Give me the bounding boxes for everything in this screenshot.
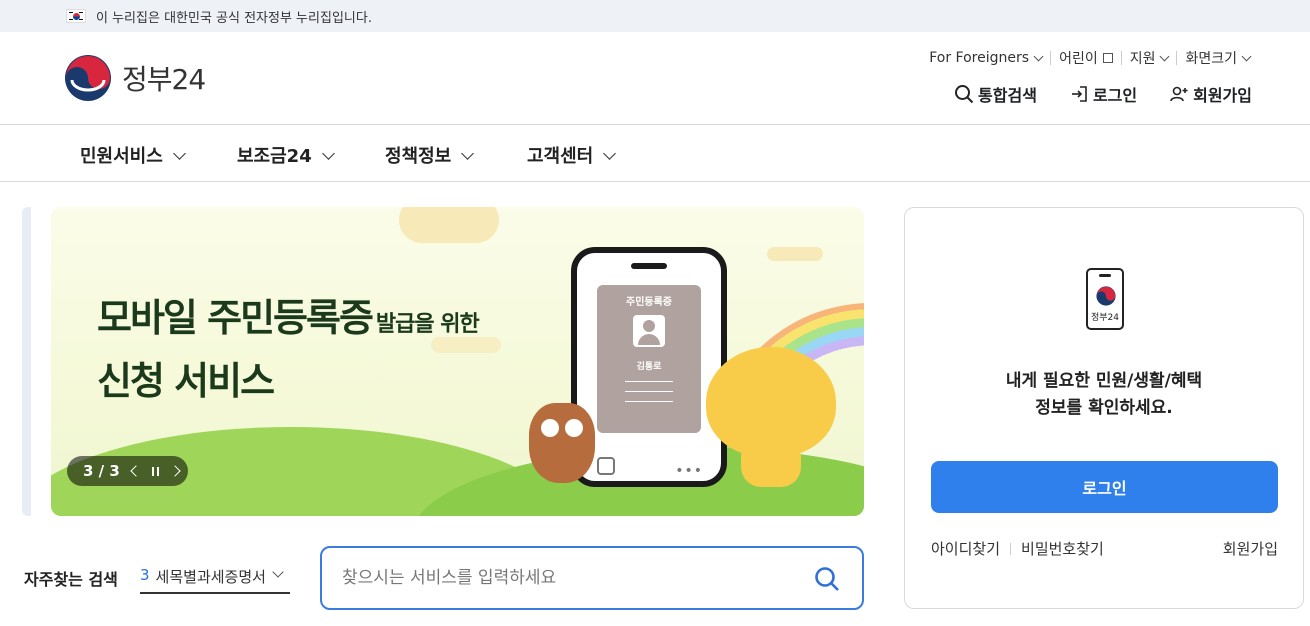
- chevron-down-icon: [1241, 51, 1252, 61]
- chevron-down-icon: [461, 146, 475, 160]
- search-icon: [955, 85, 974, 104]
- nav-label: 보조금24: [237, 146, 312, 167]
- service-search-input[interactable]: [342, 568, 802, 588]
- nav-label: 고객센터: [527, 146, 594, 167]
- previous-slide-peek[interactable]: [22, 207, 31, 516]
- cloud-decoration: [399, 207, 499, 243]
- home-button-icon: [597, 457, 615, 475]
- person-icon: [633, 315, 665, 347]
- nav-item-policy-info[interactable]: 정책정보: [385, 142, 475, 168]
- util-label: 화면크기: [1185, 51, 1237, 67]
- banner-headline: 모바일 주민등록증 발급을 위한 신청 서비스: [97, 287, 480, 405]
- gov-banner-strip: 이 누리집은 대한민국 공식 전자정부 누리집입니다.: [0, 0, 1310, 32]
- headline-small: 발급을 위한: [375, 312, 480, 337]
- device-text: 정부24: [1090, 313, 1119, 323]
- util-screen-size[interactable]: 화면크기: [1177, 48, 1258, 68]
- frequent-search-number: 3: [140, 566, 150, 584]
- util-support[interactable]: 지원: [1122, 48, 1177, 68]
- gov-emblem-icon: [64, 54, 112, 102]
- gov-emblem-icon: [1096, 286, 1116, 306]
- pause-icon[interactable]: [151, 466, 159, 476]
- add-user-icon: [1170, 86, 1188, 102]
- frequent-search-select[interactable]: 3 세목별과세증명서: [140, 566, 290, 594]
- header-login-button[interactable]: 로그인: [1069, 82, 1137, 106]
- login-button[interactable]: 로그인: [931, 461, 1278, 513]
- external-link-icon: [1102, 53, 1113, 63]
- search-icon[interactable]: [814, 566, 840, 592]
- chevron-down-icon: [172, 146, 186, 160]
- signup-link[interactable]: 회원가입: [1223, 538, 1278, 559]
- nav-item-civil-service[interactable]: 민원서비스: [80, 142, 186, 168]
- site-header: 정부24 For Foreigners 어린이 지원 화면크기 통합검색 로그인…: [0, 32, 1310, 125]
- id-card-illustration: 주민등록증 김통로: [597, 285, 701, 433]
- frequent-search-label: 자주찾는 검색: [24, 570, 118, 589]
- more-dots-icon: •••: [675, 463, 703, 479]
- search-label: 통합검색: [978, 86, 1037, 105]
- chevron-down-icon: [321, 146, 335, 160]
- slide-counter: 3 / 3: [83, 462, 120, 480]
- find-password-link[interactable]: 비밀번호찾기: [1021, 538, 1104, 559]
- site-logo[interactable]: 정부24: [64, 54, 206, 102]
- id-card-name: 김통로: [636, 362, 662, 372]
- chevron-down-icon: [1033, 51, 1044, 61]
- chevron-down-icon: [603, 146, 617, 160]
- header-signup-button[interactable]: 회원가입: [1169, 82, 1252, 106]
- login-label: 로그인: [1092, 86, 1138, 105]
- find-id-link[interactable]: 아이디찾기: [931, 538, 1000, 559]
- util-label: For Foreigners: [929, 50, 1030, 66]
- nav-item-customer-center[interactable]: 고객센터: [527, 142, 617, 168]
- chevron-down-icon: [272, 566, 284, 578]
- frequent-search-text: 세목별과세증명서: [155, 568, 266, 586]
- login-icon: [1071, 86, 1087, 102]
- squirrel-mascot-body: [741, 437, 801, 487]
- login-message-line1: 내게 필요한 민원/생활/혜택: [1005, 371, 1203, 391]
- chevron-right-icon[interactable]: [169, 465, 181, 477]
- nav-label: 정책정보: [385, 146, 452, 167]
- mobile-device-icon: 정부24: [1086, 268, 1124, 330]
- slide-controls: 3 / 3: [67, 456, 188, 486]
- korea-flag-icon: [66, 9, 86, 23]
- logo-text: 정부24: [122, 63, 206, 96]
- util-label: 어린이: [1059, 51, 1098, 67]
- utility-menu: For Foreigners 어린이 지원 화면크기: [921, 48, 1258, 68]
- nav-item-subsidy24[interactable]: 보조금24: [237, 142, 335, 168]
- login-message-line2: 정보를 확인하세요.: [1035, 398, 1173, 418]
- util-label: 지원: [1129, 51, 1156, 67]
- header-actions: 통합검색 로그인 회원가입: [922, 82, 1252, 106]
- signup-label: 회원가입: [1193, 86, 1252, 105]
- integrated-search-button[interactable]: 통합검색: [954, 82, 1037, 106]
- main-nav: 민원서비스 보조금24 정책정보 고객센터: [0, 125, 1310, 182]
- login-message: 내게 필요한 민원/생활/혜택 정보를 확인하세요.: [905, 368, 1303, 422]
- headline-line2: 신청 서비스: [97, 359, 275, 403]
- owl-mascot-illustration: [529, 403, 595, 483]
- util-kids[interactable]: 어린이: [1051, 48, 1121, 68]
- cloud-decoration: [767, 247, 823, 261]
- service-search-box: [320, 546, 864, 610]
- util-for-foreigners[interactable]: For Foreigners: [921, 50, 1050, 66]
- divider: [1010, 542, 1012, 555]
- main-banner-slide[interactable]: 모바일 주민등록증 발급을 위한 신청 서비스 주민등록증 김통로 ••• 3 /…: [51, 207, 864, 516]
- id-card-title: 주민등록증: [626, 297, 672, 308]
- gov-strip-text: 이 누리집은 대한민국 공식 전자정부 누리집입니다.: [96, 10, 372, 26]
- account-links: 아이디찾기 비밀번호찾기 회원가입: [931, 538, 1278, 559]
- headline-main: 모바일 주민등록증: [97, 296, 374, 340]
- login-panel: 정부24 내게 필요한 민원/생활/혜택 정보를 확인하세요. 로그인 아이디찾…: [904, 207, 1304, 609]
- chevron-down-icon: [1160, 51, 1170, 61]
- nav-label: 민원서비스: [80, 146, 163, 167]
- chevron-left-icon[interactable]: [130, 465, 142, 477]
